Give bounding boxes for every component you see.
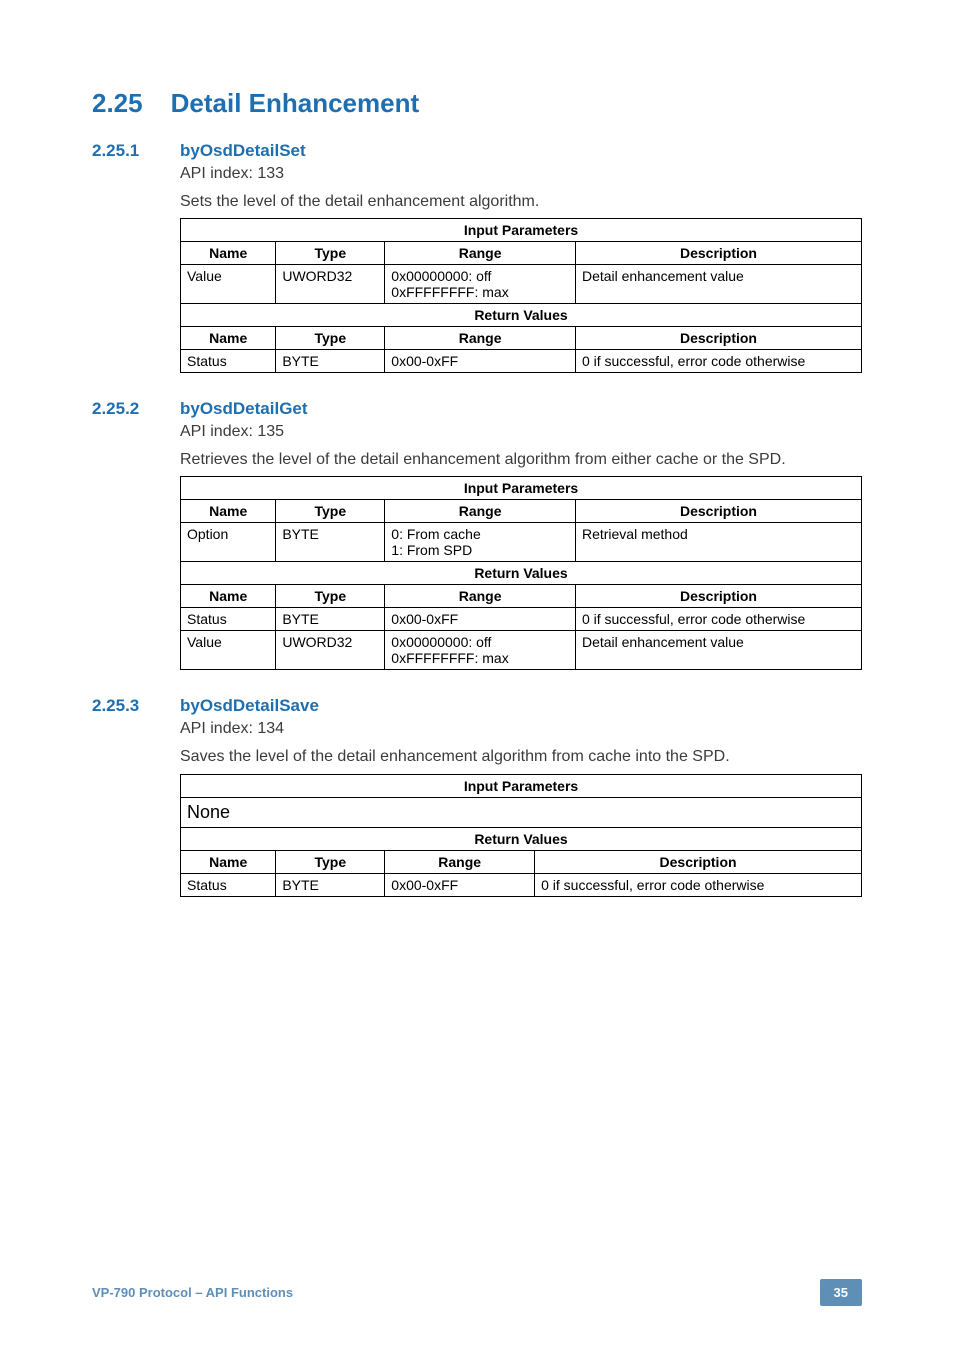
cell-range: 0x00-0xFF [385, 608, 576, 631]
subsection-number: 2.25.1 [92, 141, 156, 161]
col-type: Type [276, 327, 385, 350]
col-range: Range [385, 850, 535, 873]
cell-name: Value [181, 631, 276, 670]
cell-desc: Retrieval method [575, 523, 861, 562]
table-row: Value UWORD32 0x00000000: off 0xFFFFFFFF… [181, 631, 862, 670]
col-desc: Description [575, 242, 861, 265]
cell-desc: Detail enhancement value [575, 265, 861, 304]
subsection-number: 2.25.3 [92, 696, 156, 716]
input-params-header: Input Parameters [181, 774, 862, 797]
subsection-title: byOsdDetailSet [180, 141, 306, 161]
col-type: Type [276, 850, 385, 873]
cell-type: BYTE [276, 608, 385, 631]
subsection-title: byOsdDetailSave [180, 696, 319, 716]
cell-range: 0x00000000: off 0xFFFFFFFF: max [385, 631, 576, 670]
table-row: Status BYTE 0x00-0xFF 0 if successful, e… [181, 608, 862, 631]
col-desc: Description [575, 585, 861, 608]
col-desc: Description [575, 327, 861, 350]
subsection-save: 2.25.3 byOsdDetailSave API index: 134 Sa… [92, 696, 862, 896]
col-name: Name [181, 850, 276, 873]
api-index-line: API index: 135 [180, 421, 862, 443]
none-cell: None [181, 797, 862, 827]
col-range: Range [385, 500, 576, 523]
subsection-head: 2.25.1 byOsdDetailSet [92, 141, 862, 161]
cell-desc: 0 if successful, error code otherwise [575, 608, 861, 631]
cell-range: 0x00-0xFF [385, 350, 576, 373]
subsection-number: 2.25.2 [92, 399, 156, 419]
cell-range: 0: From cache 1: From SPD [385, 523, 576, 562]
subsection-title: byOsdDetailGet [180, 399, 308, 419]
subsection-get: 2.25.2 byOsdDetailGet API index: 135 Ret… [92, 399, 862, 670]
api-index-line: API index: 134 [180, 718, 862, 740]
subsection-head: 2.25.2 byOsdDetailGet [92, 399, 862, 419]
col-range: Range [385, 327, 576, 350]
input-params-header: Input Parameters [181, 477, 862, 500]
cell-name: Status [181, 608, 276, 631]
table-row: Status BYTE 0x00-0xFF 0 if successful, e… [181, 350, 862, 373]
footer-text: VP-790 Protocol – API Functions [92, 1285, 293, 1300]
return-values-header: Return Values [181, 562, 862, 585]
section-heading: 2.25 Detail Enhancement [92, 88, 862, 119]
cell-type: BYTE [276, 350, 385, 373]
subsection-desc: Sets the level of the detail enhancement… [180, 191, 862, 213]
heading-title: Detail Enhancement [171, 88, 420, 119]
col-name: Name [181, 500, 276, 523]
page-number-badge: 35 [820, 1279, 862, 1306]
heading-number: 2.25 [92, 88, 143, 119]
api-index-line: API index: 133 [180, 163, 862, 185]
table-row: Status BYTE 0x00-0xFF 0 if successful, e… [181, 873, 862, 896]
cell-range: 0x00000000: off 0xFFFFFFFF: max [385, 265, 576, 304]
cell-name: Option [181, 523, 276, 562]
params-table-set: Input Parameters Name Type Range Descrip… [180, 218, 862, 373]
cell-name: Value [181, 265, 276, 304]
input-params-header: Input Parameters [181, 219, 862, 242]
col-type: Type [276, 500, 385, 523]
cell-name: Status [181, 350, 276, 373]
cell-desc: 0 if successful, error code otherwise [535, 873, 862, 896]
subsection-desc: Retrieves the level of the detail enhanc… [180, 449, 862, 471]
col-name: Name [181, 327, 276, 350]
subsection-set: 2.25.1 byOsdDetailSet API index: 133 Set… [92, 141, 862, 373]
return-values-header: Return Values [181, 304, 862, 327]
return-values-header: Return Values [181, 827, 862, 850]
col-range: Range [385, 585, 576, 608]
col-name: Name [181, 242, 276, 265]
cell-type: BYTE [276, 873, 385, 896]
table-row: None [181, 797, 862, 827]
page-content: 2.25 Detail Enhancement 2.25.1 byOsdDeta… [0, 0, 954, 897]
col-type: Type [276, 242, 385, 265]
page-footer: VP-790 Protocol – API Functions 35 [92, 1279, 862, 1306]
col-type: Type [276, 585, 385, 608]
col-desc: Description [575, 500, 861, 523]
cell-desc: Detail enhancement value [575, 631, 861, 670]
cell-range: 0x00-0xFF [385, 873, 535, 896]
params-table-get: Input Parameters Name Type Range Descrip… [180, 476, 862, 670]
col-range: Range [385, 242, 576, 265]
cell-desc: 0 if successful, error code otherwise [575, 350, 861, 373]
cell-type: UWORD32 [276, 631, 385, 670]
table-row: Value UWORD32 0x00000000: off 0xFFFFFFFF… [181, 265, 862, 304]
params-table-save: Input Parameters None Return Values Name… [180, 774, 862, 897]
cell-type: UWORD32 [276, 265, 385, 304]
subsection-desc: Saves the level of the detail enhancemen… [180, 746, 862, 768]
col-name: Name [181, 585, 276, 608]
cell-type: BYTE [276, 523, 385, 562]
subsection-head: 2.25.3 byOsdDetailSave [92, 696, 862, 716]
table-row: Option BYTE 0: From cache 1: From SPD Re… [181, 523, 862, 562]
cell-name: Status [181, 873, 276, 896]
col-desc: Description [535, 850, 862, 873]
